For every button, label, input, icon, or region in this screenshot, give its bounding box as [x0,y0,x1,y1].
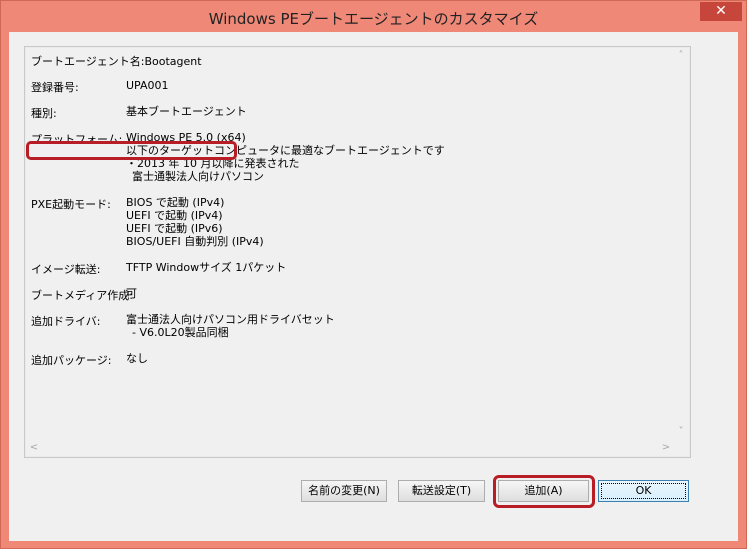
scroll-down-icon[interactable]: ˅ [673,424,689,440]
package-label: 追加パッケージ: [31,354,112,367]
dialog-client-area: ブートエージェント名:Bootagent 登録番号: UPA001 種別: 基本… [9,32,738,541]
close-icon: ✕ [715,3,727,19]
rename-button[interactable]: 名前の変更(N) [301,480,387,502]
platform-highlight-box [26,141,237,160]
type-label: 種別: [31,107,57,120]
pxe-value: UEFI で起動 (IPv4) [126,209,223,222]
close-button[interactable]: ✕ [700,2,742,21]
boot-media-label: ブートメディア作成: [31,289,133,302]
type-value: 基本ブートエージェント [126,105,247,118]
image-transfer-value: TFTP Windowサイズ 1パケット [126,261,287,274]
package-value: なし [126,352,148,365]
details-panel: ブートエージェント名:Bootagent 登録番号: UPA001 種別: 基本… [24,46,691,458]
scroll-corner [673,440,689,456]
scroll-right-icon[interactable]: > [658,440,674,456]
pxe-value: BIOS で起動 (IPv4) [126,196,225,209]
details-content: ブートエージェント名:Bootagent 登録番号: UPA001 種別: 基本… [26,48,674,440]
scroll-up-icon[interactable]: ˄ [673,48,689,64]
driver-value: 富士通法人向けパソコン用ドライバセット [126,313,335,326]
boot-media-value: 可 [126,287,137,300]
driver-label: 追加ドライバ: [31,315,101,328]
reg-number-value: UPA001 [126,79,169,92]
transfer-settings-button[interactable]: 転送設定(T) [398,480,485,502]
dialog-window: Windows PEブートエージェントのカスタマイズ ✕ ブートエージェント名:… [0,0,747,549]
platform-description-line: 富士通製法人向けパソコン [132,170,264,183]
title-bar[interactable]: Windows PEブートエージェントのカスタマイズ ✕ [1,1,746,33]
add-button-highlight-box [493,475,595,508]
image-transfer-label: イメージ転送: [31,263,101,276]
vertical-scrollbar[interactable]: ˄ ˅ [673,48,689,440]
pxe-label: PXE起動モード: [31,198,111,211]
scroll-left-icon[interactable]: < [26,440,42,456]
pxe-value: UEFI で起動 (IPv6) [126,222,223,235]
reg-number-label: 登録番号: [31,81,79,94]
window-title: Windows PEブートエージェントのカスタマイズ [208,10,539,28]
horizontal-scrollbar[interactable]: < > [26,440,674,456]
ok-button-label: OK [601,483,686,499]
pxe-value: BIOS/UEFI 自動判別 (IPv4) [126,235,264,248]
ok-button[interactable]: OK [598,480,689,502]
agent-name-text: ブートエージェント名:Bootagent [31,55,202,68]
driver-value: - V6.0L20製品同梱 [132,326,229,339]
